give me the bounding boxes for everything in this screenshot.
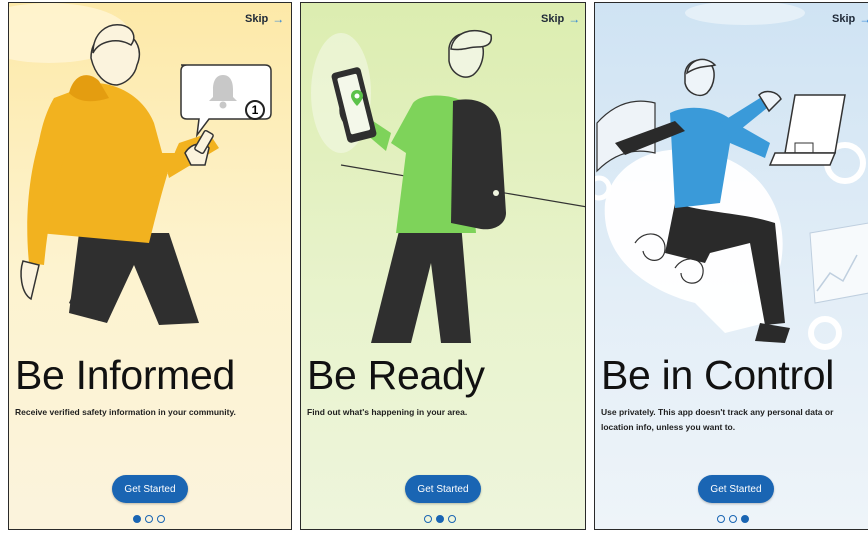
bell-icon	[209, 75, 237, 109]
skip-button[interactable]: Skip →	[245, 12, 284, 26]
skip-label: Skip	[541, 13, 565, 25]
get-started-button[interactable]: Get Started	[405, 475, 481, 503]
onboarding-screen-control: Skip → Be in Control Use privately. This…	[594, 2, 868, 530]
page-dot-3[interactable]	[448, 515, 456, 523]
page-dot-2[interactable]	[729, 515, 737, 523]
page-dot-1[interactable]	[717, 515, 725, 523]
arrow-right-icon: →	[859, 12, 868, 26]
page-indicator	[133, 515, 165, 523]
page-dot-3[interactable]	[157, 515, 165, 523]
skip-label: Skip	[832, 13, 856, 25]
page-dot-1[interactable]	[133, 515, 141, 523]
person-with-laptop-illustration	[595, 3, 868, 350]
get-started-button[interactable]: Get Started	[112, 475, 188, 503]
notification-count-badge: 1	[245, 100, 265, 120]
screen-description: Find out what's happening in your area.	[307, 407, 468, 417]
page-dot-3[interactable]	[741, 515, 749, 523]
person-with-phone-illustration	[9, 3, 272, 325]
skip-label: Skip	[245, 13, 269, 25]
screen-description: Use privately. This app doesn't track an…	[601, 407, 834, 432]
skip-button[interactable]: Skip →	[832, 12, 868, 26]
screen-title: Be in Control	[601, 352, 835, 398]
skip-button[interactable]: Skip →	[541, 12, 580, 26]
onboarding-screen-ready: Skip → Be Ready Find out what's happenin…	[300, 2, 586, 530]
page-dot-2[interactable]	[145, 515, 153, 523]
get-started-button[interactable]: Get Started	[698, 475, 774, 503]
person-with-backpack-tablet-illustration	[311, 29, 585, 343]
screen-description: Receive verified safety information in y…	[15, 407, 236, 417]
onboarding-screen-informed: 1 Skip → Be Informed Receive verified sa…	[8, 2, 292, 530]
page-dot-2[interactable]	[436, 515, 444, 523]
location-pin-icon	[351, 90, 363, 106]
arrow-right-icon: →	[568, 12, 581, 26]
arrow-right-icon: →	[272, 12, 285, 26]
screen-title: Be Ready	[307, 352, 485, 398]
screen-title: Be Informed	[15, 352, 236, 398]
page-indicator	[717, 515, 749, 523]
page-dot-1[interactable]	[424, 515, 432, 523]
page-indicator	[424, 515, 456, 523]
